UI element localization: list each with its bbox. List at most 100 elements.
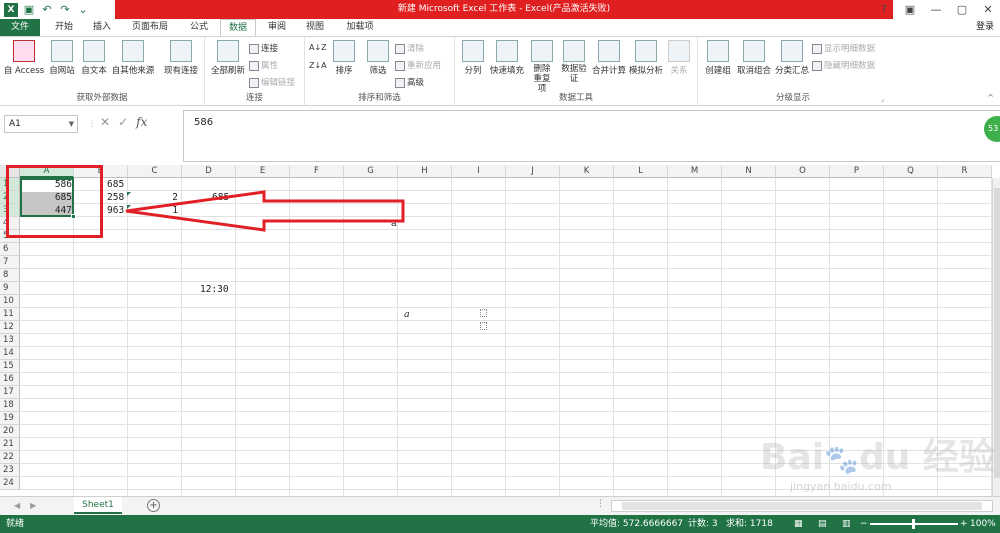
ungroup-button[interactable]: 取消组合 (735, 40, 773, 76)
column-header-l[interactable]: L (614, 165, 668, 178)
cell-h11[interactable]: a (404, 309, 410, 320)
vertical-scroll-thumb[interactable] (994, 188, 1000, 478)
show-detail-button[interactable]: 显示明细数据 (812, 42, 875, 54)
save-icon[interactable]: ▣ (22, 3, 36, 17)
cancel-icon[interactable]: ✕ (100, 115, 110, 129)
zoom-out-icon[interactable]: − (860, 515, 868, 533)
normal-view-icon[interactable]: ▦ (794, 515, 803, 533)
insert-function-icon[interactable]: fx (136, 115, 147, 129)
reapply-button[interactable]: 重新应用 (395, 59, 441, 71)
customize-icon[interactable]: ⌄ (76, 3, 90, 17)
add-sheet-icon[interactable]: + (147, 499, 160, 512)
horizontal-scroll-thumb[interactable] (622, 502, 982, 510)
tab-view[interactable]: 视图 (298, 19, 332, 36)
dialog-launcher-icon[interactable]: ⌟ (881, 95, 884, 103)
row-header-13[interactable]: 13 (0, 334, 20, 347)
properties-button[interactable]: 属性 (249, 59, 278, 71)
column-header-r[interactable]: R (938, 165, 992, 178)
row-header-8[interactable]: 8 (0, 269, 20, 282)
tab-addins[interactable]: 加载项 (338, 19, 382, 36)
cell-b1[interactable]: 685 (107, 179, 124, 190)
consolidate-button[interactable]: 合并计算 (591, 40, 627, 76)
undo-icon[interactable]: ↶ (40, 3, 54, 17)
horizontal-scrollbar[interactable] (611, 500, 993, 512)
restore-icon[interactable]: ▢ (954, 1, 970, 18)
sheet-nav-arrows-icon[interactable]: ◀▶ (14, 497, 46, 514)
small-object-icon[interactable] (480, 309, 487, 317)
existing-connections-button[interactable]: 现有连接 (160, 40, 202, 76)
from-text-button[interactable]: 自文本 (78, 40, 110, 76)
column-header-p[interactable]: P (830, 165, 884, 178)
row-header-6[interactable]: 6 (0, 243, 20, 256)
zoom-slider[interactable] (870, 519, 958, 529)
tab-home[interactable]: 开始 (48, 19, 80, 36)
filter-button[interactable]: 筛选 (363, 40, 393, 76)
column-header-m[interactable]: M (668, 165, 722, 178)
column-header-o[interactable]: O (776, 165, 830, 178)
edit-links-button[interactable]: 编辑链接 (249, 76, 295, 88)
row-header-7[interactable]: 7 (0, 256, 20, 269)
redo-icon[interactable]: ↷ (58, 3, 72, 17)
connections-button[interactable]: 连接 (249, 42, 278, 54)
tab-insert[interactable]: 插入 (86, 19, 118, 36)
row-header-17[interactable]: 17 (0, 386, 20, 399)
cell-d9[interactable]: 12:30 (200, 284, 229, 295)
row-header-20[interactable]: 20 (0, 425, 20, 438)
zoom-slider-knob[interactable] (912, 519, 915, 529)
row-header-21[interactable]: 21 (0, 438, 20, 451)
group-button[interactable]: 创建组 (702, 40, 734, 76)
row-header-11[interactable]: 11 (0, 308, 20, 321)
row-header-24[interactable]: 24 (0, 477, 20, 490)
refresh-all-button[interactable]: 全部刷新 (208, 40, 248, 76)
tab-formulas[interactable]: 公式 (182, 19, 216, 36)
from-web-button[interactable]: 自网站 (46, 40, 78, 76)
column-header-c[interactable]: C (128, 165, 182, 178)
tab-data[interactable]: 数据 (220, 19, 256, 36)
from-other-sources-button[interactable]: 自其他来源 (110, 40, 156, 76)
sort-az-icon[interactable]: A↓Z (309, 43, 327, 52)
tab-page-layout[interactable]: 页面布局 (124, 19, 176, 36)
column-header-h[interactable]: H (398, 165, 452, 178)
hide-detail-button[interactable]: 隐藏明细数据 (812, 59, 875, 71)
sort-za-icon[interactable]: Z↓A (309, 61, 327, 70)
column-header-g[interactable]: G (344, 165, 398, 178)
column-header-f[interactable]: F (290, 165, 344, 178)
row-header-23[interactable]: 23 (0, 464, 20, 477)
from-access-button[interactable]: 自 Access (3, 40, 45, 76)
close-icon[interactable]: ✕ (980, 1, 996, 18)
row-header-9[interactable]: 9 (0, 282, 20, 295)
row-header-19[interactable]: 19 (0, 412, 20, 425)
small-object-icon[interactable] (480, 322, 487, 330)
column-header-j[interactable]: J (506, 165, 560, 178)
zoom-level[interactable]: 100% (970, 515, 996, 533)
row-header-14[interactable]: 14 (0, 347, 20, 360)
advanced-button[interactable]: 高级 (395, 76, 424, 88)
chevron-down-icon[interactable]: ▼ (69, 116, 74, 132)
row-header-12[interactable]: 12 (0, 321, 20, 334)
column-header-n[interactable]: N (722, 165, 776, 178)
column-header-d[interactable]: D (182, 165, 236, 178)
column-header-i[interactable]: I (452, 165, 506, 178)
row-header-22[interactable]: 22 (0, 451, 20, 464)
clear-button[interactable]: 清除 (395, 42, 424, 54)
formula-input[interactable]: 586 (183, 110, 1000, 162)
enter-icon[interactable]: ✓ (118, 115, 128, 129)
what-if-analysis-button[interactable]: 模拟分析 (628, 40, 664, 76)
data-validation-button[interactable]: 数据验证 (557, 40, 591, 84)
row-header-18[interactable]: 18 (0, 399, 20, 412)
tab-file[interactable]: 文件 (0, 19, 40, 36)
name-box[interactable]: A1 ▼ (4, 115, 78, 133)
page-layout-view-icon[interactable]: ▤ (818, 515, 827, 533)
collapse-ribbon-icon[interactable]: ^ (987, 93, 994, 102)
row-header-10[interactable]: 10 (0, 295, 20, 308)
minimize-icon[interactable]: — (928, 1, 944, 18)
subtotal-button[interactable]: 分类汇总 (774, 40, 810, 76)
flash-fill-button[interactable]: 快速填充 (488, 40, 526, 76)
row-header-15[interactable]: 15 (0, 360, 20, 373)
column-header-q[interactable]: Q (884, 165, 938, 178)
text-to-columns-button[interactable]: 分列 (459, 40, 487, 76)
row-header-16[interactable]: 16 (0, 373, 20, 386)
splitter-icon[interactable]: ⋮ (596, 499, 605, 509)
login-link[interactable]: 登录 (976, 19, 994, 36)
column-header-k[interactable]: K (560, 165, 614, 178)
